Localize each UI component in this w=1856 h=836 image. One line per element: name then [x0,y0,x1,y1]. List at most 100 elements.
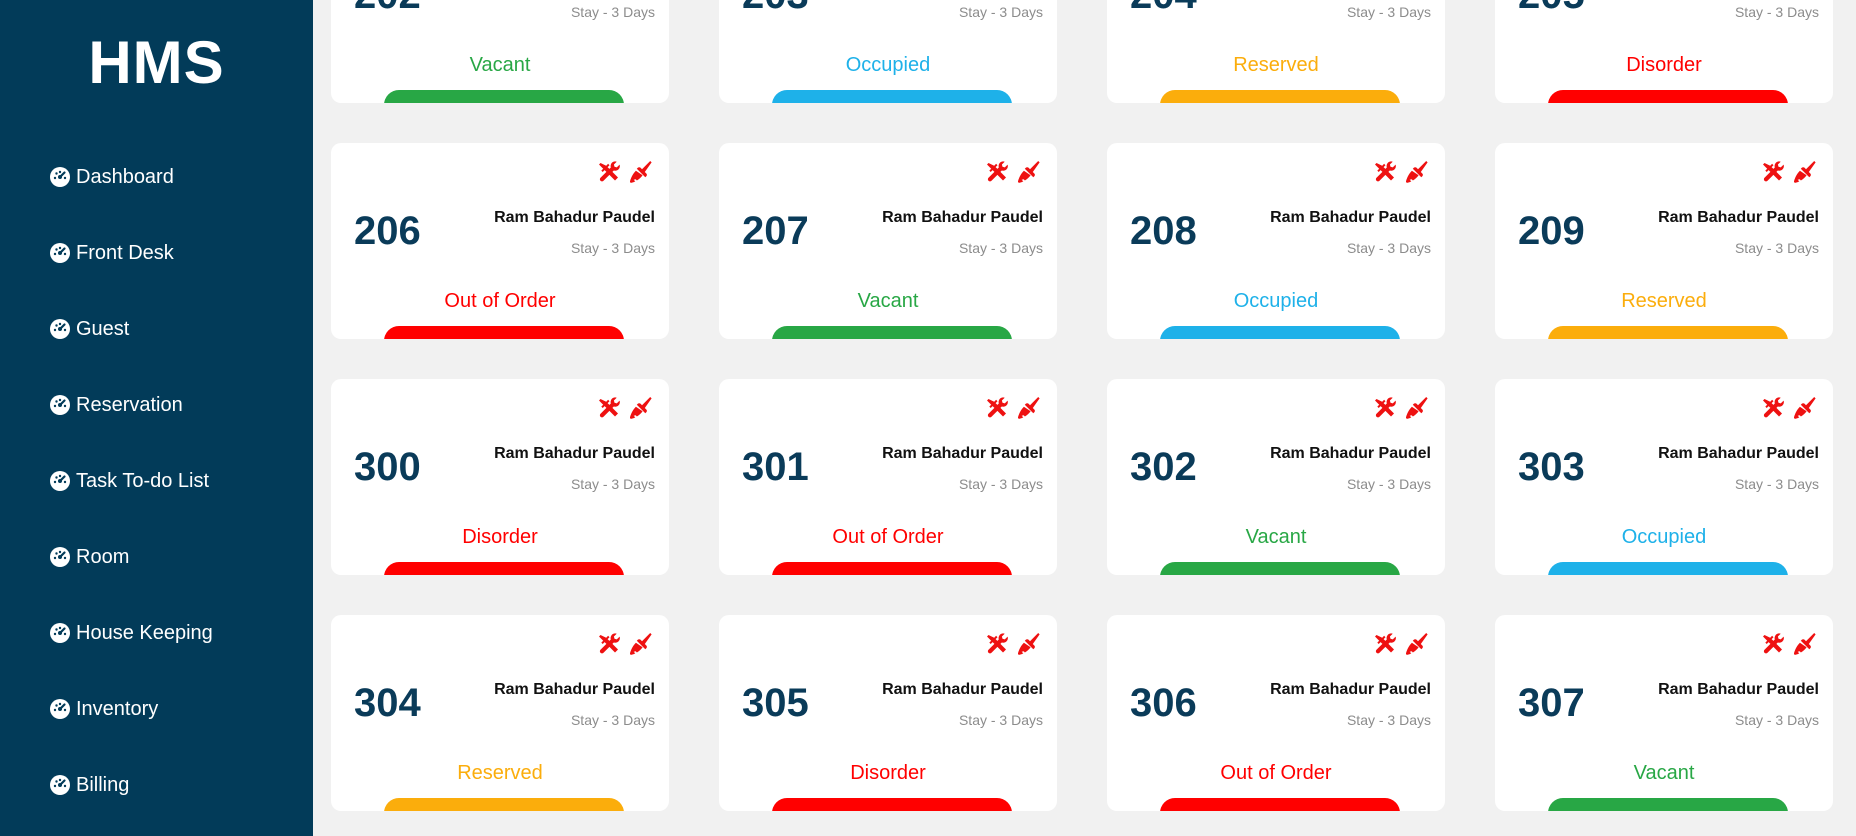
status-bar [384,90,624,103]
sidebar-item-inventory[interactable]: Inventory [48,671,158,747]
room-card-302[interactable]: Ram Bahadur Paudel 302 Stay - 3 Days Vacant [1107,379,1445,575]
dashboard-gauge-icon [48,317,72,341]
sidebar-item-dashboard[interactable]: Dashboard [48,139,174,215]
cleaning-broom-icon[interactable] [1017,161,1041,185]
status-bar [1160,90,1400,103]
room-card-208[interactable]: Ram Bahadur Paudel 208 Stay - 3 Days Occupi… [1107,143,1445,339]
room-status: Occupied [845,54,931,76]
sidebar-item-label: Room [76,545,130,568]
room-number: 304 [354,681,421,725]
status-bar [1548,90,1788,103]
guest-name: Ram Bahadur Paudel [1270,681,1431,698]
room-number: 202 [354,0,421,18]
room-number: 301 [742,445,809,489]
sidebar-item-label: Front Desk [76,241,174,264]
room-card-300[interactable]: Ram Bahadur Paudel 300 Stay - 3 Days Disord… [331,379,669,575]
room-number: 307 [1518,681,1585,725]
stay-duration: Stay - 3 Days [958,240,1043,256]
room-number: 208 [1130,209,1197,253]
room-number: 204 [1130,0,1197,18]
room-card-202[interactable]: 202 Stay - 3 Days Vacant [331,0,669,103]
maintenance-tools-icon[interactable] [1373,161,1397,185]
cleaning-broom-icon[interactable] [1793,397,1817,421]
guest-name: Ram Bahadur Paudel [1658,681,1819,698]
room-status: Out of Order [1220,762,1332,784]
room-card-303[interactable]: Ram Bahadur Paudel 303 Stay - 3 Days Occupi… [1495,379,1833,575]
room-card-307[interactable]: Ram Bahadur Paudel 307 Stay - 3 Days Vacant [1495,615,1833,811]
room-card-304[interactable]: Ram Bahadur Paudel 304 Stay - 3 Days Reserv… [331,615,669,811]
maintenance-tools-icon[interactable] [1761,397,1785,421]
room-card-301[interactable]: Ram Bahadur Paudel 301 Stay - 3 Days Out of… [719,379,1057,575]
cleaning-broom-icon[interactable] [1405,397,1429,421]
room-card-205[interactable]: 205 Stay - 3 Days Disorder [1495,0,1833,103]
room-card-203[interactable]: 203 Stay - 3 Days Occupied [719,0,1057,103]
sidebar-item-room[interactable]: Room [48,519,129,595]
room-tools [597,633,653,657]
room-status: Vacant [857,290,919,312]
cleaning-broom-icon[interactable] [1017,633,1041,657]
room-tools [1761,633,1817,657]
sidebar-item-billing[interactable]: Billing [48,747,129,823]
maintenance-tools-icon[interactable] [597,397,621,421]
cleaning-broom-icon[interactable] [629,397,653,421]
guest-name: Ram Bahadur Paudel [1658,209,1819,226]
room-status: Occupied [1233,290,1319,312]
maintenance-tools-icon[interactable] [1373,633,1397,657]
stay-duration: Stay - 3 Days [1734,476,1819,492]
room-card-207[interactable]: Ram Bahadur Paudel 207 Stay - 3 Days Vacant [719,143,1057,339]
stay-duration: Stay - 3 Days [570,712,655,728]
maintenance-tools-icon[interactable] [985,397,1009,421]
stay-duration: Stay - 3 Days [1346,240,1431,256]
guest-name: Ram Bahadur Paudel [494,209,655,226]
sidebar-item-front-desk[interactable]: Front Desk [48,215,174,291]
maintenance-tools-icon[interactable] [1373,397,1397,421]
maintenance-tools-icon[interactable] [597,633,621,657]
room-tools [1373,397,1429,421]
stay-duration: Stay - 3 Days [1734,712,1819,728]
dashboard-gauge-icon [48,621,72,645]
room-card-305[interactable]: Ram Bahadur Paudel 305 Stay - 3 Days Disord… [719,615,1057,811]
maintenance-tools-icon[interactable] [1761,161,1785,185]
room-status: Disorder [1626,54,1702,76]
stay-duration: Stay - 3 Days [570,240,655,256]
sidebar-item-guest[interactable]: Guest [48,291,129,367]
guest-name: Ram Bahadur Paudel [494,445,655,462]
cleaning-broom-icon[interactable] [1793,633,1817,657]
sidebar-item-house-keeping[interactable]: House Keeping [48,595,213,671]
status-bar [384,562,624,575]
room-card-204[interactable]: 204 Stay - 3 Days Reserved [1107,0,1445,103]
maintenance-tools-icon[interactable] [985,633,1009,657]
maintenance-tools-icon[interactable] [597,161,621,185]
sidebar-item-task-to-do-list[interactable]: Task To-do List [48,443,209,519]
room-tools [1373,161,1429,185]
room-card-306[interactable]: Ram Bahadur Paudel 306 Stay - 3 Days Out of… [1107,615,1445,811]
cleaning-broom-icon[interactable] [629,633,653,657]
guest-name: Ram Bahadur Paudel [1658,445,1819,462]
room-number: 206 [354,209,421,253]
room-tools [985,397,1041,421]
room-status: Vacant [1633,762,1695,784]
cleaning-broom-icon[interactable] [1793,161,1817,185]
maintenance-tools-icon[interactable] [1761,633,1785,657]
status-bar [384,798,624,811]
sidebar-item-label: Reservation [76,393,183,416]
room-card-206[interactable]: Ram Bahadur Paudel 206 Stay - 3 Days Out of… [331,143,669,339]
room-card-209[interactable]: Ram Bahadur Paudel 209 Stay - 3 Days Reserv… [1495,143,1833,339]
room-number: 209 [1518,209,1585,253]
room-status: Disorder [850,762,926,784]
cleaning-broom-icon[interactable] [629,161,653,185]
cleaning-broom-icon[interactable] [1017,397,1041,421]
status-bar [772,798,1012,811]
stay-duration: Stay - 3 Days [1734,4,1819,20]
room-status: Out of Order [832,526,944,548]
cleaning-broom-icon[interactable] [1405,161,1429,185]
room-tools [1373,633,1429,657]
sidebar-item-label: Billing [76,773,130,796]
sidebar-item-reservation[interactable]: Reservation [48,367,183,443]
cleaning-broom-icon[interactable] [1405,633,1429,657]
brand-logo[interactable]: HMS [0,28,313,97]
stay-duration: Stay - 3 Days [1734,240,1819,256]
room-tools [1761,161,1817,185]
room-number: 205 [1518,0,1585,18]
maintenance-tools-icon[interactable] [985,161,1009,185]
